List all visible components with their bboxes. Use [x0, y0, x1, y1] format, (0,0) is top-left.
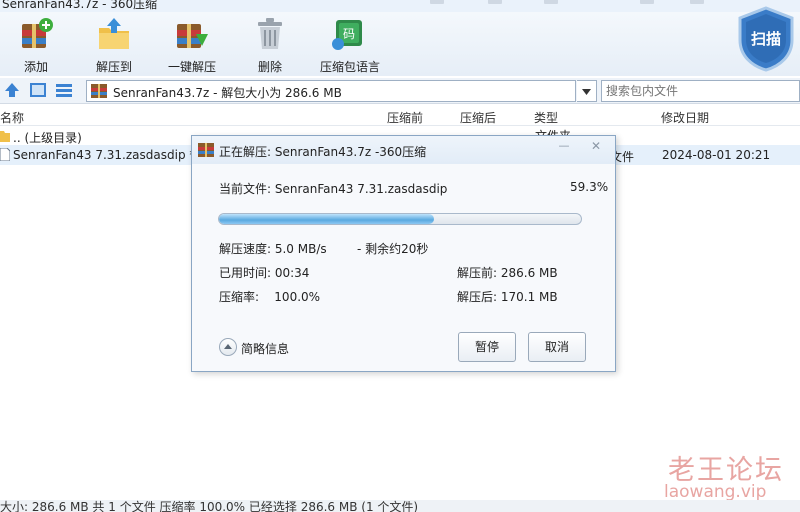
progress-percent: 59.3%: [570, 180, 609, 194]
extract-speed: 解压速度: 5.0 MB/s: [219, 242, 327, 256]
archive-language-icon: 码: [332, 20, 362, 50]
extract-to-label: 解压到: [95, 60, 132, 74]
compression-ratio: 压缩率: 100.0%: [219, 290, 321, 304]
extract-to-icon: [99, 18, 129, 49]
dialog-close-button[interactable]: ✕: [588, 139, 604, 153]
file-name: SenranFan43 7.31.zasdasdip *: [13, 148, 196, 162]
column-header-modified[interactable]: 修改日期: [661, 109, 709, 126]
chevron-up-icon: [219, 338, 237, 356]
progress-bar: [218, 213, 582, 225]
status-bar: 大小: 286.6 MB 共 1 个文件 压缩率 100.0% 已经选择 286…: [0, 500, 800, 512]
one-click-extract-label: 一键解压: [167, 60, 216, 74]
svg-text:码: 码: [343, 27, 355, 41]
time-remaining: - 剩余约20秒: [357, 242, 429, 256]
column-header-type[interactable]: 类型: [534, 109, 558, 126]
trash-icon: [258, 18, 282, 49]
current-file-label: 当前文件: SenranFan43 7.31.zasdasdip: [219, 182, 448, 196]
one-click-extract-button[interactable]: 一键解压: [156, 14, 228, 74]
column-header-packed[interactable]: 压缩前: [387, 109, 423, 126]
address-path: SenranFan43.7z - 解包大小为 286.6 MB: [113, 86, 342, 100]
pause-button[interactable]: 暂停: [458, 332, 516, 362]
window-maximize-button[interactable]: [690, 0, 704, 4]
add-archive-icon: [22, 18, 53, 48]
scan-label: 扫描: [750, 30, 781, 48]
elapsed-time: 已用时间: 00:34: [219, 266, 310, 280]
view-list-icon[interactable]: [56, 83, 72, 97]
menu-item[interactable]: [488, 0, 502, 4]
folder-icon: [0, 131, 10, 142]
file-icon: [0, 148, 10, 161]
column-header-unpacked[interactable]: 压缩后: [460, 109, 496, 126]
address-row: SenranFan43.7z - 解包大小为 286.6 MB V: [0, 78, 800, 104]
scan-button[interactable]: 扫描: [736, 6, 796, 72]
status-text: 大小: 286.6 MB 共 1 个文件 压缩率 100.0% 已经选择 286…: [0, 500, 419, 512]
brief-info-label: 简略信息: [241, 342, 290, 356]
search-input[interactable]: [601, 80, 800, 102]
file-name: .. (上级目录): [13, 131, 82, 145]
size-before: 解压前: 286.6 MB: [457, 266, 558, 280]
file-modified: 2024-08-01 20:21: [662, 148, 771, 162]
window-minimize-button[interactable]: [640, 0, 654, 4]
archive-icon: [198, 143, 214, 157]
archive-icon: [91, 84, 107, 98]
size-after: 解压后: 170.1 MB: [457, 290, 558, 304]
add-button-label: 添加: [23, 60, 48, 74]
delete-button[interactable]: 删除: [234, 14, 306, 74]
archive-language-label: 压缩包语言: [319, 60, 380, 74]
extract-progress-dialog: 正在解压: SenranFan43.7z -360压缩 — ✕ 当前文件: Se…: [191, 135, 616, 372]
dialog-titlebar: 正在解压: SenranFan43.7z -360压缩 — ✕: [192, 136, 615, 164]
toolbar: 添加 解压到 一键解压 删除 码 压缩包语言: [0, 12, 800, 76]
progress-bar-fill: [219, 214, 434, 224]
archive-language-button[interactable]: 码 压缩包语言: [312, 14, 388, 74]
window-title: SenranFan43.7z - 360压缩: [2, 0, 158, 11]
column-header-name[interactable]: 名称: [0, 109, 24, 126]
menu-item[interactable]: [430, 0, 444, 4]
dialog-minimize-button[interactable]: —: [556, 139, 572, 153]
chevron-down-icon: [582, 89, 591, 95]
file-list-header: 名称 压缩前 压缩后 类型 修改日期: [0, 106, 800, 126]
address-field[interactable]: SenranFan43.7z - 解包大小为 286.6 MB: [86, 80, 576, 102]
up-arrow-icon[interactable]: [4, 82, 20, 98]
extract-to-button[interactable]: 解压到: [78, 14, 150, 74]
add-button[interactable]: 添加: [0, 14, 72, 74]
window-titlebar: SenranFan43.7z - 360压缩: [0, 0, 800, 12]
one-click-extract-icon: [177, 24, 208, 48]
watermark-url: laowang.vip: [664, 482, 767, 502]
address-dropdown-button[interactable]: [577, 80, 597, 102]
dialog-title: 正在解压: SenranFan43.7z -360压缩: [219, 145, 427, 159]
view-thumbnail-icon[interactable]: [30, 83, 46, 97]
delete-label: 删除: [257, 60, 282, 74]
cancel-button[interactable]: 取消: [528, 332, 586, 362]
menu-item[interactable]: [544, 0, 558, 4]
